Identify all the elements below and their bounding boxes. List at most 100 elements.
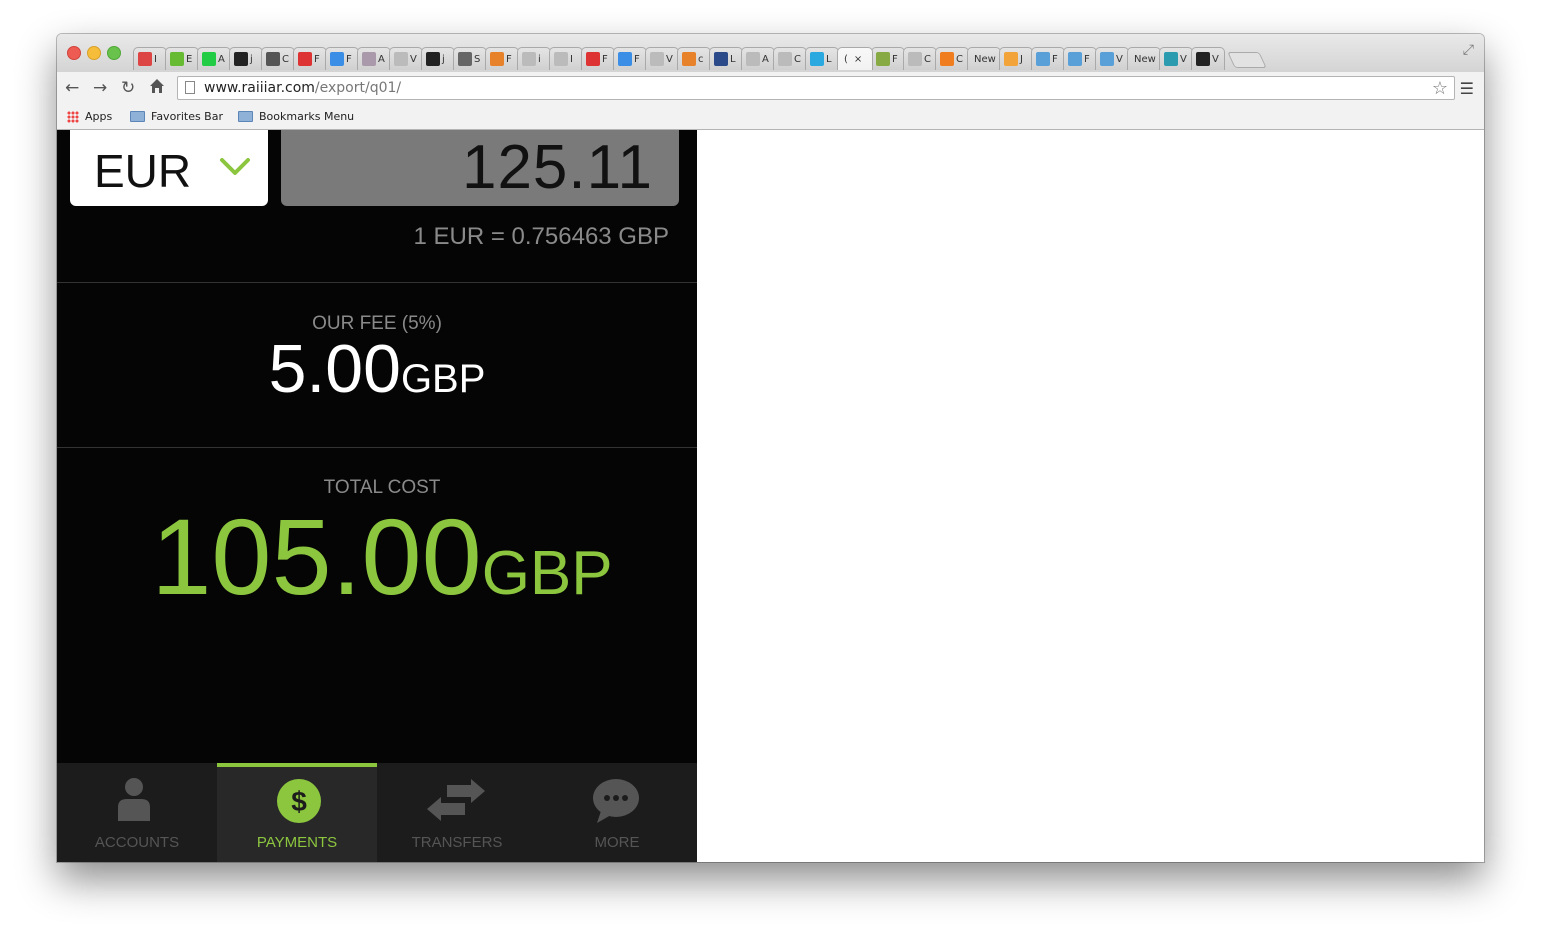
currency-select[interactable]: EUR xyxy=(70,130,268,206)
browser-tab[interactable]: F xyxy=(871,47,905,70)
tab-title: F xyxy=(1084,53,1090,65)
menu-icon[interactable]: ☰ xyxy=(1460,79,1474,98)
favorites-bar-folder[interactable]: Favorites Bar xyxy=(130,110,223,123)
nav-accounts-label: ACCOUNTS xyxy=(94,834,180,851)
browser-tab[interactable]: New xyxy=(967,47,1001,70)
minimize-window-button[interactable] xyxy=(87,46,101,60)
browser-tab[interactable]: F xyxy=(293,47,327,70)
close-tab-icon[interactable]: × xyxy=(854,54,862,65)
svg-text:$: $ xyxy=(291,786,307,817)
fee-amount: 5.00GBP xyxy=(57,330,697,408)
tab-title: i xyxy=(538,53,541,65)
browser-tab[interactable]: F xyxy=(485,47,519,70)
browser-tab[interactable]: V xyxy=(645,47,679,70)
total-currency: GBP xyxy=(481,539,613,608)
fee-currency: GBP xyxy=(400,357,486,401)
total-amount: 105.00GBP xyxy=(57,494,697,619)
browser-tab[interactable]: V xyxy=(1191,47,1225,70)
tab-title: S xyxy=(474,53,481,65)
address-bar[interactable]: www.raiiiar.com/export/q01/ ☆ xyxy=(177,76,1455,100)
browser-tab[interactable]: V xyxy=(1159,47,1193,70)
forward-arrow-icon: → xyxy=(93,78,108,98)
tab-title: C xyxy=(956,53,963,65)
browser-tab[interactable]: I xyxy=(549,47,583,70)
apps-bookmark[interactable]: Apps xyxy=(67,110,112,123)
stack-icon xyxy=(298,52,312,66)
f-icon xyxy=(618,52,632,66)
tab-title: A xyxy=(218,53,225,65)
zoom-window-button[interactable] xyxy=(107,46,121,60)
nav-payments[interactable]: $ PAYMENTS xyxy=(217,763,377,862)
browser-tab[interactable]: A xyxy=(357,47,391,70)
browser-tab[interactable]: S xyxy=(453,47,487,70)
tab-title: V xyxy=(1212,53,1219,65)
bookmarks-menu-folder[interactable]: Bookmarks Menu xyxy=(238,110,354,123)
stack-icon xyxy=(586,52,600,66)
tab-title: C xyxy=(282,53,289,65)
apps-grid-icon xyxy=(67,110,79,123)
browser-tab[interactable]: A xyxy=(741,47,775,70)
browser-window: I E Aj C F F A Vj S Fi I F F Vc L A C L(× F C C New J F F V New V V … xyxy=(57,34,1484,862)
tab-title: A xyxy=(762,53,769,65)
browser-tab[interactable]: C xyxy=(773,47,807,70)
doc-icon xyxy=(522,52,536,66)
browser-tab[interactable]: E xyxy=(165,47,199,70)
amount-value: 125.11 xyxy=(461,133,653,202)
divider xyxy=(57,282,697,283)
browser-tab[interactable]: V xyxy=(389,47,423,70)
browser-tab[interactable]: F xyxy=(613,47,647,70)
url-text[interactable]: www.raiiiar.com/export/q01/ xyxy=(204,80,401,96)
home-button[interactable] xyxy=(149,78,165,99)
browser-tab[interactable]: (× xyxy=(837,47,873,70)
amount-input[interactable]: 125.11 xyxy=(281,130,679,206)
close-window-button[interactable] xyxy=(67,46,81,60)
nav-transfers[interactable]: TRANSFERS xyxy=(377,763,537,862)
browser-tab[interactable]: New xyxy=(1127,47,1161,70)
bottom-nav: ACCOUNTS $ PAYMENTS TRANSFERS MORE xyxy=(57,763,697,862)
browser-tab[interactable]: i xyxy=(517,47,551,70)
back-icon xyxy=(714,52,728,66)
nav-more[interactable]: MORE xyxy=(537,763,697,862)
back-arrow-icon: ← xyxy=(65,78,80,98)
info-icon xyxy=(1068,52,1082,66)
nav-accounts[interactable]: ACCOUNTS xyxy=(57,763,217,862)
tab-title: L xyxy=(826,53,832,65)
mountain-icon xyxy=(362,52,376,66)
page-icon xyxy=(185,81,195,94)
browser-tab[interactable]: j xyxy=(421,47,455,70)
browser-tab[interactable]: V xyxy=(1095,47,1129,70)
new-tab-button[interactable] xyxy=(1227,52,1267,68)
currency-code: EUR xyxy=(94,145,192,197)
browser-tab[interactable]: F xyxy=(1063,47,1097,70)
reload-icon: ↻ xyxy=(121,78,136,98)
browser-tab[interactable]: C xyxy=(261,47,295,70)
browser-tab[interactable]: I xyxy=(133,47,167,70)
back-button[interactable]: ← xyxy=(65,78,79,98)
tab-title: F xyxy=(314,53,320,65)
browser-tab[interactable]: C xyxy=(935,47,969,70)
tab-title: F xyxy=(346,53,352,65)
nav-more-label: MORE xyxy=(594,834,640,851)
f-icon xyxy=(330,52,344,66)
browser-tab[interactable]: j xyxy=(229,47,263,70)
browser-tab[interactable]: F xyxy=(1031,47,1065,70)
browser-tab[interactable]: C xyxy=(903,47,937,70)
page-content: EUR 125.11 1 EUR = 0.756463 GBP OUR FEE … xyxy=(57,130,1484,862)
fullscreen-icon[interactable]: ⤢ xyxy=(1463,42,1474,58)
browser-tab[interactable]: F xyxy=(325,47,359,70)
tab-title: I xyxy=(154,53,157,65)
m-icon xyxy=(876,52,890,66)
folder-icon xyxy=(130,111,145,122)
browser-tab[interactable]: J xyxy=(999,47,1033,70)
browser-tab[interactable]: c xyxy=(677,47,711,70)
browser-tab[interactable]: F xyxy=(581,47,615,70)
bookmark-star-icon[interactable]: ☆ xyxy=(1432,78,1448,99)
browser-tab[interactable]: L xyxy=(709,47,743,70)
browser-tab[interactable]: L xyxy=(805,47,839,70)
browser-tab[interactable]: A xyxy=(197,47,231,70)
power-icon xyxy=(1164,52,1178,66)
forward-button[interactable]: → xyxy=(93,78,107,98)
tab-title: V xyxy=(1116,53,1123,65)
reload-button[interactable]: ↻ xyxy=(121,78,135,98)
browser-toolbar: ← → ↻ www.raiiiar.com/export/q01/ ☆ ☰ xyxy=(57,72,1484,105)
